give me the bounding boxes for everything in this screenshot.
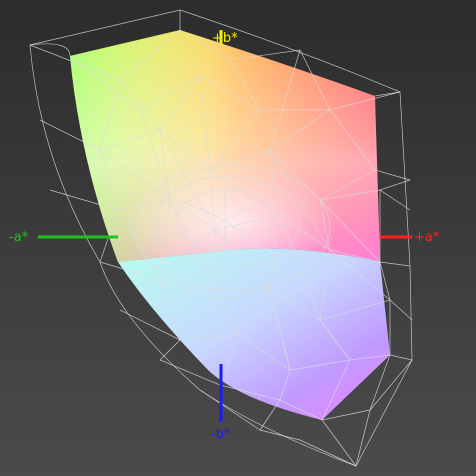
pos-b-axis-label: +b* <box>212 31 238 46</box>
gamut-3d-scene[interactable] <box>0 0 476 476</box>
pos-a-axis-label: +a* <box>414 230 440 245</box>
gamut-viewer[interactable]: +b* +a* -a* -b* <box>0 0 476 476</box>
neg-b-axis-label: -b* <box>211 427 231 442</box>
neg-a-axis-label: -a* <box>9 230 29 245</box>
